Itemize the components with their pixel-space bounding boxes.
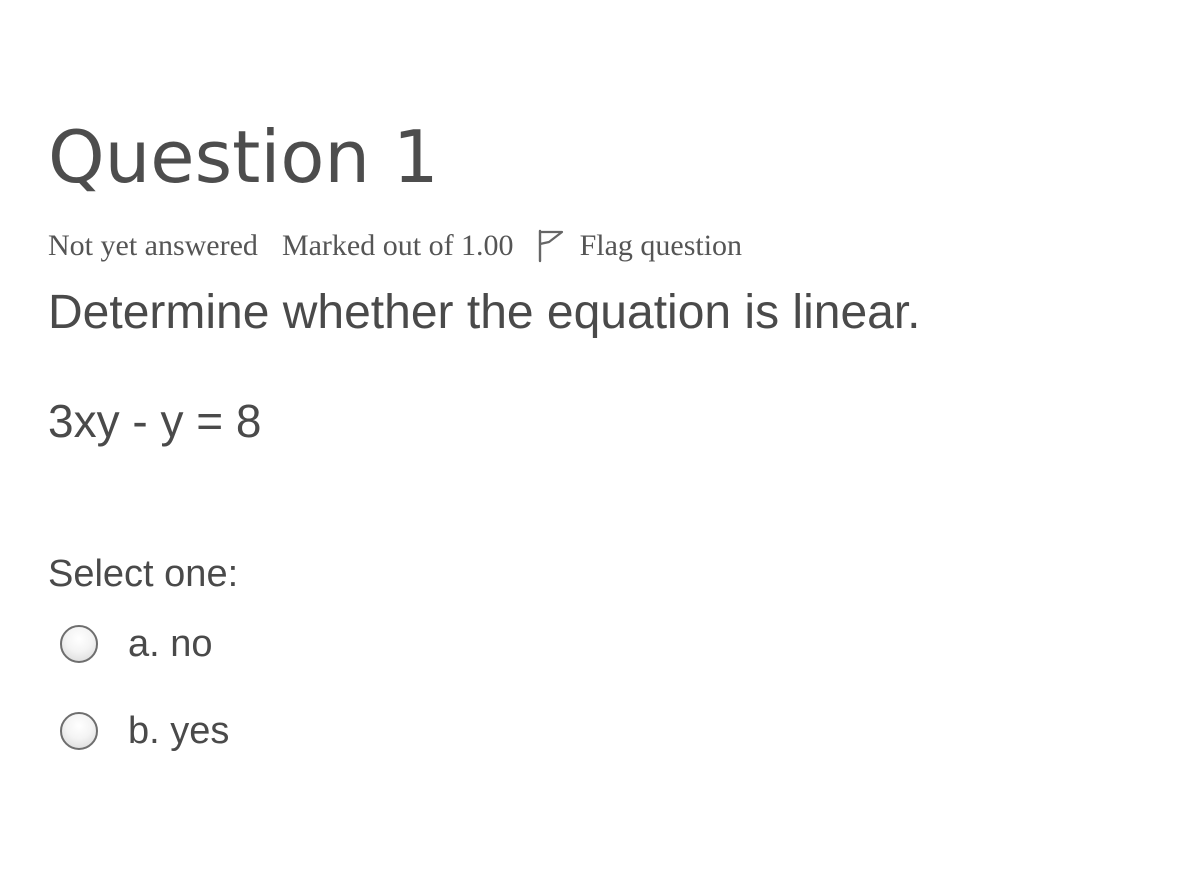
answer-label-b: b. yes (128, 710, 230, 752)
answer-label-a: a. no (128, 623, 213, 665)
radio-button-a[interactable] (60, 625, 98, 663)
answer-option-a[interactable]: a. no (60, 620, 213, 668)
select-one-prompt: Select one: (48, 553, 239, 595)
flag-question-button[interactable]: Flag question (536, 226, 743, 266)
question-equation: 3xy - y = 8 (48, 395, 262, 447)
question-state: Not yet answered (48, 229, 258, 262)
question-text: Determine whether the equation is linear… (48, 286, 921, 339)
question-grade: Marked out of 1.00 (281, 229, 514, 262)
flag-outline-icon (538, 229, 563, 263)
answer-option-b[interactable]: b. yes (60, 707, 229, 755)
flag-question-label: Flag question (579, 229, 743, 262)
question-title: Question 1 (48, 115, 439, 199)
question-info: Not yet answered Marked out of 1.00 Flag… (48, 226, 742, 266)
radio-button-b[interactable] (60, 712, 98, 750)
